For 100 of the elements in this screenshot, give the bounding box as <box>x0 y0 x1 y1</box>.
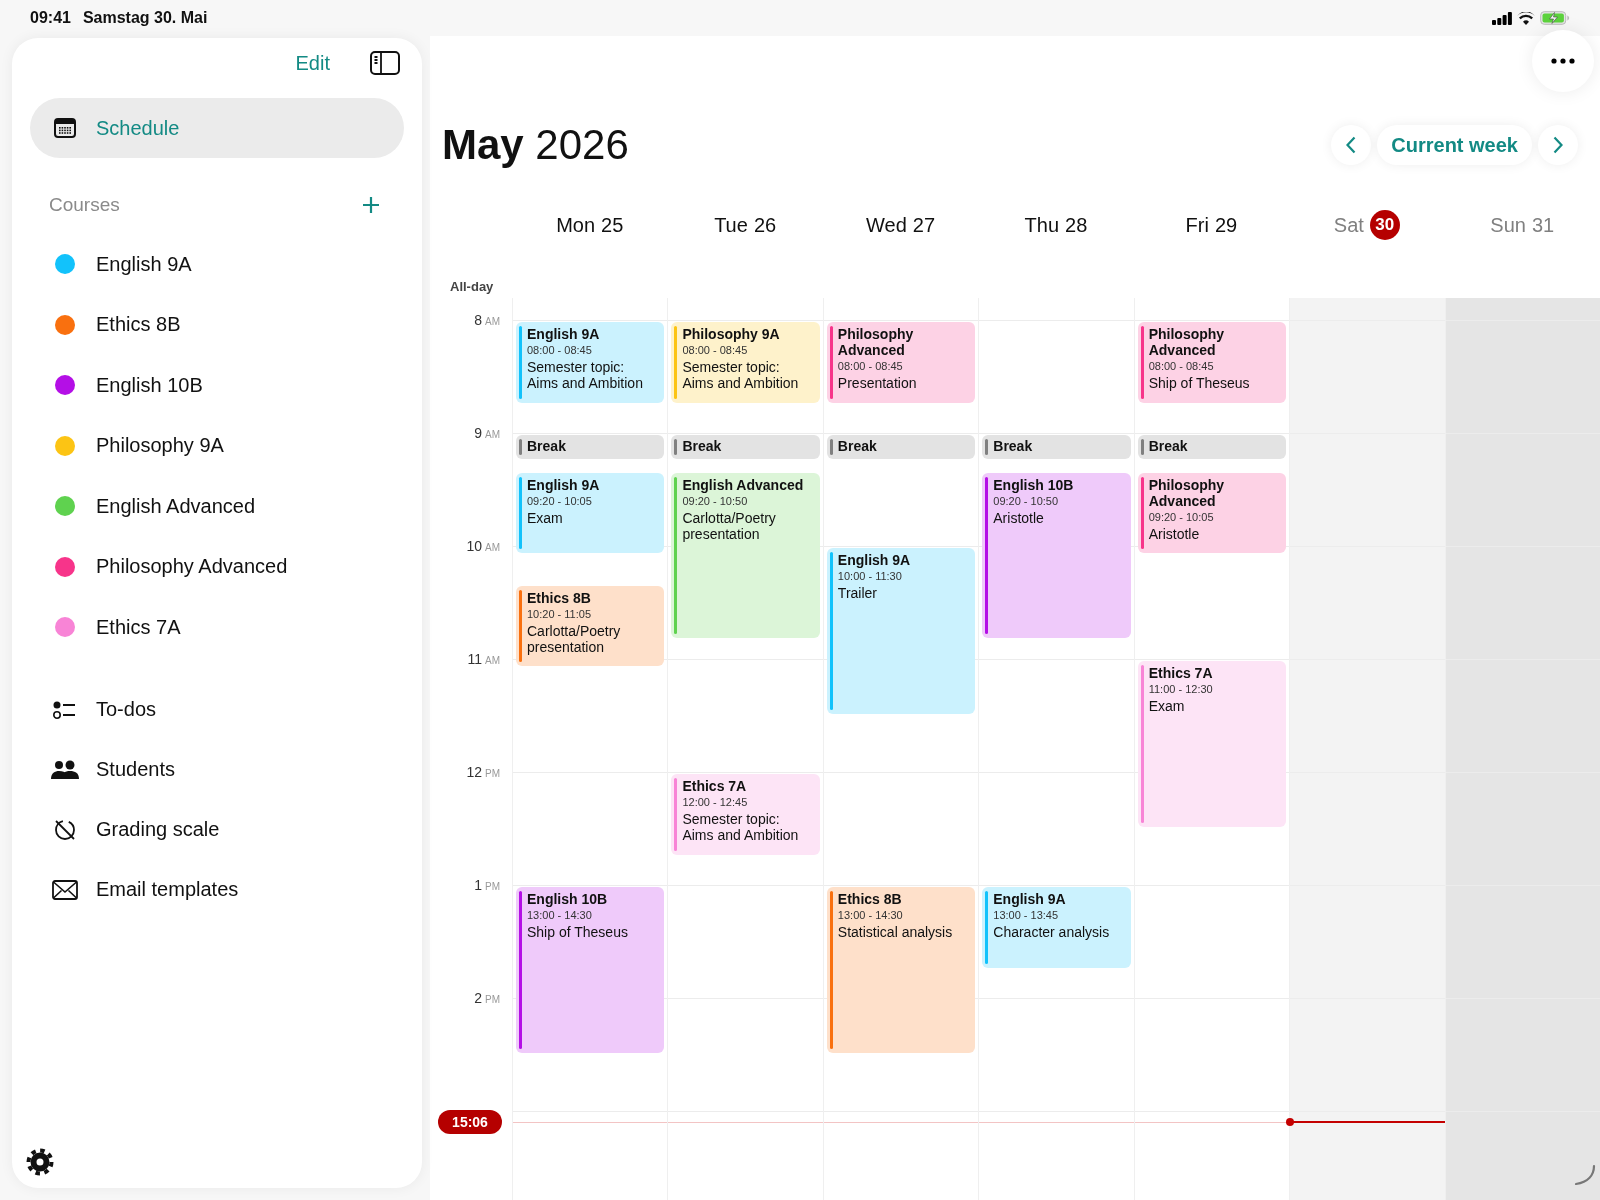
day-name: Thu <box>1024 213 1060 237</box>
calendar-icon <box>54 118 76 138</box>
event-card[interactable]: Philosophy 9A 08:00 - 08:45 Semester topic: Aims and Ambition <box>671 322 820 403</box>
event-title: Philosophy Advanced <box>837 326 915 358</box>
event-title: English 10B <box>993 476 1075 493</box>
break-block[interactable]: Break <box>982 435 1131 460</box>
event-note: Statistical analysis <box>837 924 954 940</box>
event-title: English Advanced <box>682 476 805 493</box>
sidebar-item[interactable]: To-dos <box>30 679 404 740</box>
day-name: Fri <box>1185 213 1209 237</box>
event-card[interactable]: English 9A 13:00 - 13:45 Character analysis <box>982 887 1131 968</box>
event-card[interactable]: Philosophy Advanced 08:00 - 08:45 Presentation <box>826 322 976 403</box>
resize-handle-icon[interactable] <box>1574 1164 1596 1186</box>
event-title: Ethics 8B <box>527 589 592 606</box>
event-note: Presentation <box>837 375 918 391</box>
event-card[interactable]: English Advanced 09:20 - 10:50 Carlotta/Poetry presentation <box>671 472 820 639</box>
course-item[interactable]: English 9A <box>30 234 404 295</box>
event-card[interactable]: Ethics 7A 11:00 - 12:30 Exam <box>1137 661 1287 827</box>
break-block[interactable]: Break <box>671 435 820 460</box>
event-note: Exam <box>1148 698 1186 714</box>
course-item[interactable]: Ethics 7A <box>30 597 404 658</box>
wifi-icon <box>1517 11 1535 25</box>
event-title: English 9A <box>837 552 912 568</box>
event-time: 09:20 - 10:50 <box>682 493 749 509</box>
day-name: Sun <box>1490 213 1526 237</box>
checklist-icon <box>53 699 77 720</box>
break-block[interactable]: Break <box>826 435 976 460</box>
event-time: 12:00 - 12:45 <box>682 795 749 810</box>
day-date: 26 <box>753 213 777 237</box>
sidebar-item[interactable]: Schedule <box>30 98 404 158</box>
event-note: Carlotta/Poetry presentation <box>682 509 777 542</box>
hour-label: 8 AM <box>474 312 500 328</box>
next-week-button[interactable] <box>1538 125 1578 165</box>
event-title: English 9A <box>527 476 601 493</box>
day-name: Sat <box>1333 213 1364 237</box>
event-title: Break <box>682 438 723 454</box>
hour-label: 9 AM <box>474 425 500 441</box>
add-button[interactable] <box>360 194 382 216</box>
event-title: Break <box>1148 438 1189 454</box>
course-item[interactable]: English Advanced <box>30 476 404 537</box>
status-date: Samstag 30. Mai <box>82 9 208 27</box>
all-day-label: All-day <box>450 279 494 294</box>
hour-label: 11 AM <box>467 651 500 667</box>
current-week-button[interactable]: Current week <box>1377 125 1532 165</box>
event-card[interactable]: English 9A 09:20 - 10:05 Exam <box>516 472 665 554</box>
sidebar-item[interactable]: Email templates <box>30 859 404 920</box>
envelope-icon <box>52 879 78 900</box>
event-time: 09:20 - 10:05 <box>527 493 593 509</box>
event-title: Philosophy 9A <box>682 326 781 342</box>
event-card[interactable]: Philosophy Advanced 08:00 - 08:45 Ship of Theseus <box>1137 322 1287 403</box>
event-time: 09:20 - 10:50 <box>993 493 1060 509</box>
event-time: 10:00 - 11:30 <box>837 569 903 584</box>
event-time: 08:00 - 08:45 <box>682 343 749 358</box>
edit-button[interactable]: Edit <box>291 47 334 79</box>
course-item[interactable]: Philosophy 9A <box>30 415 404 476</box>
chevron-left-icon <box>1346 136 1357 154</box>
event-note: Semester topic: Aims and Ambition <box>682 359 800 391</box>
previous-week-button[interactable] <box>1331 125 1372 165</box>
event-card[interactable]: English 9A 08:00 - 08:45 Semester topic: Aims and Ambition <box>516 322 665 403</box>
sidebar-item[interactable]: Students <box>30 739 404 800</box>
event-card[interactable]: Ethics 8B 13:00 - 14:30 Statistical analysis <box>826 887 976 1053</box>
course-item[interactable]: Ethics 8B <box>30 294 404 355</box>
hour-label: 2 PM <box>474 990 500 1006</box>
day-date: 29 <box>1214 213 1238 237</box>
event-time: 10:20 - 11:05 <box>527 606 592 622</box>
event-title: Break <box>837 438 878 454</box>
event-card[interactable]: Ethics 7A 12:00 - 12:45 Semester topic: Aims and Ambition <box>671 774 820 855</box>
event-note: Carlotta/Poetry presentation <box>527 622 622 655</box>
event-card[interactable]: English 9A 10:00 - 11:30 Trailer <box>826 548 976 714</box>
course-item[interactable]: Philosophy Advanced <box>30 536 404 597</box>
event-time: 13:00 - 14:30 <box>837 908 904 923</box>
settings-icon <box>26 1148 54 1176</box>
event-title: Break <box>993 438 1034 454</box>
event-note: Semester topic: Aims and Ambition <box>682 811 800 843</box>
event-time: 09:20 - 10:05 <box>1148 509 1215 525</box>
sidebar-item[interactable]: Grading scale <box>30 799 404 860</box>
event-title: Ethics 7A <box>1148 665 1214 681</box>
event-card[interactable]: Ethics 8B 10:20 - 11:05 Carlotta/Poetry presentation <box>516 585 665 667</box>
event-title: Philosophy Advanced <box>1148 326 1226 358</box>
event-title: Ethics 7A <box>682 778 748 794</box>
sidebar-toggle-button[interactable] <box>370 51 400 75</box>
break-block[interactable]: Break <box>516 435 665 460</box>
event-note: Aristotle <box>1148 525 1201 542</box>
course-item[interactable]: English 10B <box>30 355 404 416</box>
event-card[interactable]: English 10B 13:00 - 14:30 Ship of Theseus <box>516 887 665 1053</box>
event-note: Trailer <box>837 585 878 601</box>
event-card[interactable]: Philosophy Advanced 09:20 - 10:05 Aristotle <box>1137 472 1287 554</box>
event-title: Break <box>527 438 567 454</box>
event-time: 11:00 - 12:30 <box>1148 682 1214 697</box>
day-name: Wed <box>866 213 907 237</box>
day-date: 28 <box>1065 213 1088 237</box>
event-note: Character analysis <box>993 924 1111 940</box>
event-title: English 9A <box>527 326 601 342</box>
event-card[interactable]: English 10B 09:20 - 10:50 Aristotle <box>982 472 1131 639</box>
event-title: English 10B <box>527 891 609 907</box>
hour-label: 12 PM <box>466 764 500 780</box>
settings-button[interactable] <box>26 1148 54 1176</box>
hour-label: 1 PM <box>474 877 500 893</box>
break-block[interactable]: Break <box>1137 435 1287 460</box>
event-time: 08:00 - 08:45 <box>527 343 593 358</box>
